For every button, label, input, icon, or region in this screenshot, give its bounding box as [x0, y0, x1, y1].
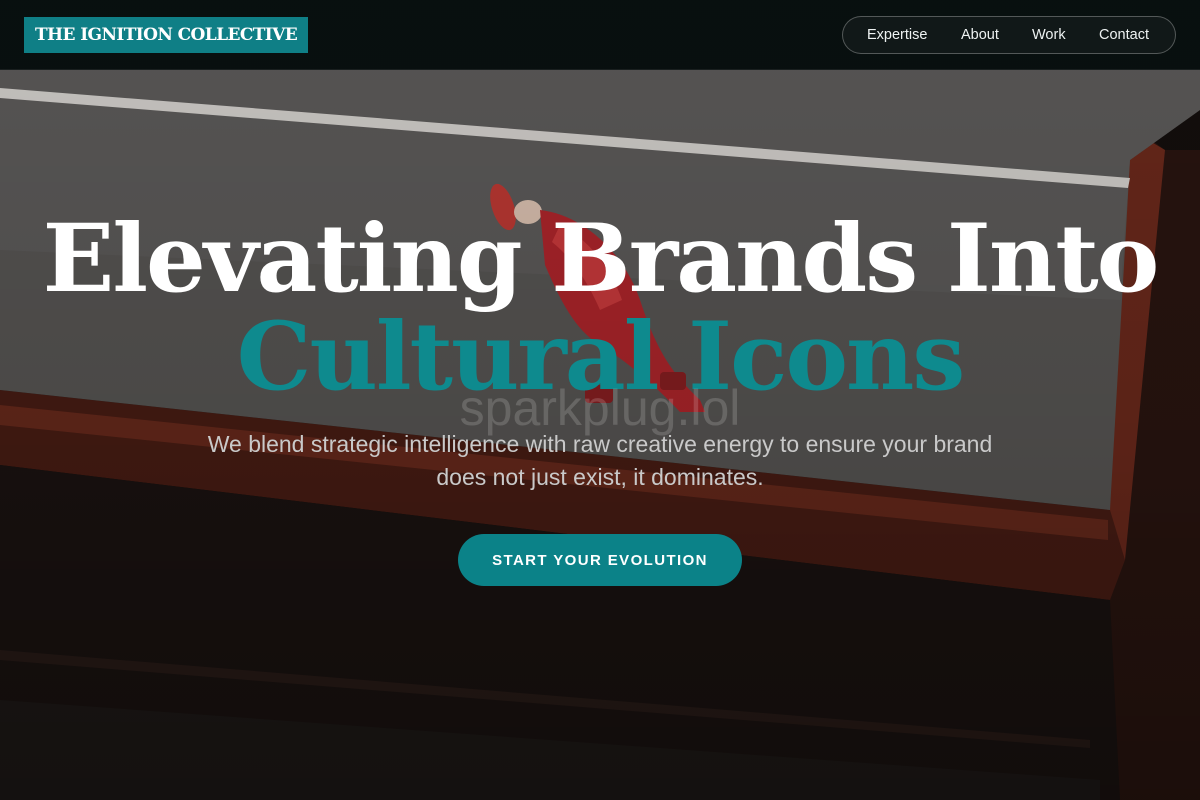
main-nav: Expertise About Work Contact — [842, 16, 1176, 54]
nav-link-about[interactable]: About — [961, 17, 999, 53]
hero-subtitle: We blend strategic intelligence with raw… — [207, 431, 993, 490]
nav-link-work[interactable]: Work — [1032, 17, 1066, 53]
nav-link-contact[interactable]: Contact — [1099, 17, 1149, 53]
start-evolution-button[interactable]: START YOUR EVOLUTION — [458, 534, 742, 586]
logo[interactable]: THE IGNITION COLLECTIVE — [24, 17, 309, 53]
nav-link-expertise[interactable]: Expertise — [867, 17, 927, 53]
hero-title-line-1: Elevating Brands Into — [42, 204, 1160, 314]
hero-title: Elevating Brands Into Cultural Icons — [0, 210, 1200, 406]
site-header: THE IGNITION COLLECTIVE Expertise About … — [0, 0, 1200, 70]
